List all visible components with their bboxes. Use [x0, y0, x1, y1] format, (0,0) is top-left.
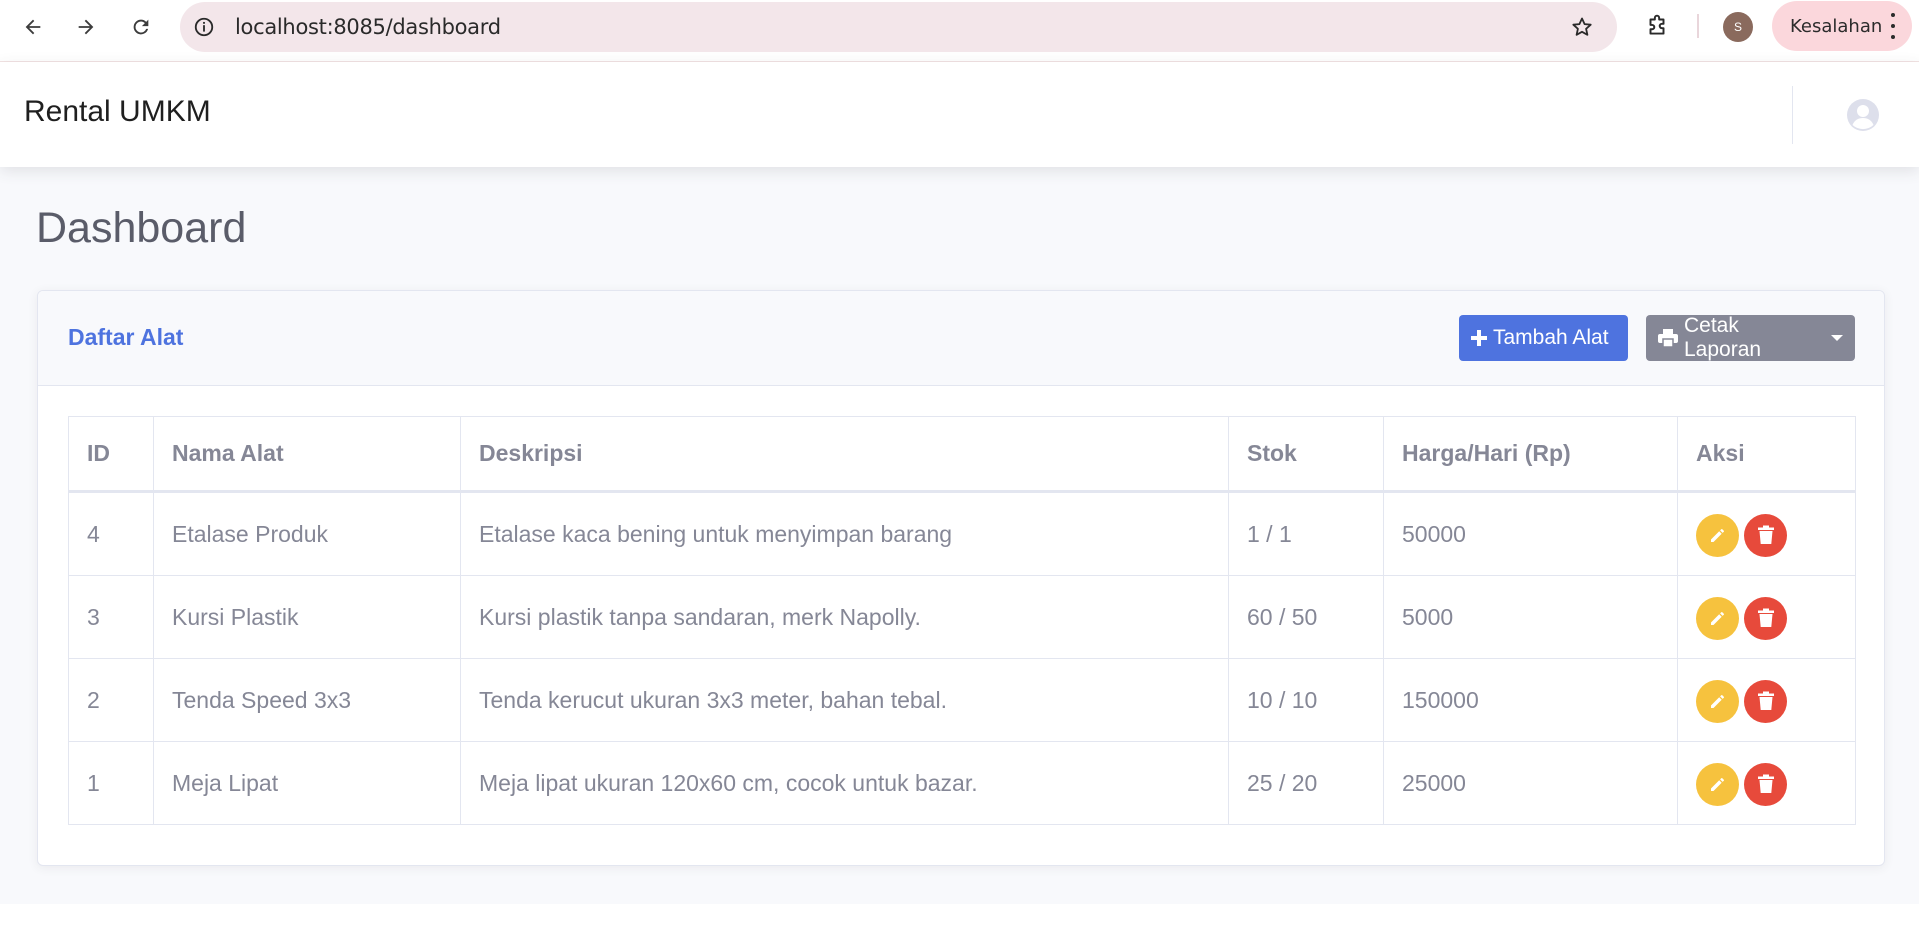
caret-down-icon — [1831, 335, 1843, 341]
cell-harga: 25000 — [1383, 741, 1678, 825]
star-icon[interactable] — [1569, 14, 1595, 40]
toolbar-divider — [1697, 14, 1699, 38]
trash-icon — [1757, 774, 1774, 793]
cell-nama: Tenda Speed 3x3 — [153, 658, 461, 742]
reload-button[interactable] — [126, 12, 156, 42]
cell-harga: 5000 — [1383, 575, 1678, 659]
forward-button[interactable] — [71, 12, 101, 42]
column-header-nama[interactable]: Nama Alat — [153, 416, 461, 493]
table-row: 2 Tenda Speed 3x3 Tenda kerucut ukuran 3… — [68, 658, 1856, 742]
delete-button[interactable] — [1744, 596, 1787, 640]
edit-button[interactable] — [1696, 596, 1739, 640]
pencil-icon — [1710, 528, 1724, 542]
cell-nama: Kursi Plastik — [153, 575, 461, 659]
arrow-left-icon — [25, 19, 41, 35]
cell-harga: 150000 — [1383, 658, 1678, 742]
delete-button[interactable] — [1744, 513, 1787, 557]
reload-icon — [133, 19, 149, 35]
cell-aksi — [1677, 491, 1856, 576]
profile-error-chip[interactable]: Kesalahan — [1772, 1, 1912, 51]
puzzle-icon[interactable] — [1642, 11, 1672, 41]
table-row: 3 Kursi Plastik Kursi plastik tanpa sand… — [68, 575, 1856, 659]
cell-deskripsi: Kursi plastik tanpa sandaran, merk Napol… — [460, 575, 1229, 659]
delete-button[interactable] — [1744, 762, 1787, 806]
cell-nama: Meja Lipat — [153, 741, 461, 825]
cell-aksi — [1677, 575, 1856, 659]
pencil-icon — [1710, 777, 1724, 791]
cell-aksi — [1677, 658, 1856, 742]
cell-deskripsi: Etalase kaca bening untuk menyimpan bara… — [460, 491, 1229, 576]
cell-id: 2 — [68, 658, 154, 742]
url-text: localhost:8085/dashboard — [235, 15, 501, 39]
cell-stok: 10 / 10 — [1228, 658, 1384, 742]
address-bar[interactable]: localhost:8085/dashboard — [180, 2, 1617, 52]
back-button[interactable] — [18, 12, 48, 42]
add-tool-button[interactable]: Tambah Alat — [1459, 315, 1628, 361]
cell-id: 1 — [68, 741, 154, 825]
brand-title[interactable]: Rental UMKM — [24, 95, 211, 129]
cell-deskripsi: Meja lipat ukuran 120x60 cm, cocok untuk… — [460, 741, 1229, 825]
pencil-icon — [1710, 694, 1724, 708]
tools-card: Daftar Alat Tambah Alat Cetak Laporan ID… — [37, 290, 1885, 866]
card-header: Daftar Alat Tambah Alat Cetak Laporan — [38, 291, 1884, 386]
column-header-aksi: Aksi — [1677, 416, 1856, 493]
page-title: Dashboard — [36, 204, 247, 252]
cell-id: 3 — [68, 575, 154, 659]
print-report-label: Cetak Laporan — [1684, 314, 1762, 361]
column-header-id[interactable]: ID — [68, 416, 154, 493]
tools-table: ID Nama Alat Deskripsi Stok Harga/Hari (… — [68, 416, 1856, 825]
card-title: Daftar Alat — [68, 324, 184, 350]
plus-icon — [1471, 330, 1487, 346]
pencil-icon — [1710, 611, 1724, 625]
cell-stok: 60 / 50 — [1228, 575, 1384, 659]
delete-button[interactable] — [1744, 679, 1787, 723]
arrow-right-icon — [78, 19, 94, 35]
trash-icon — [1757, 691, 1774, 710]
trash-icon — [1757, 525, 1774, 544]
print-report-dropdown[interactable]: Cetak Laporan — [1646, 314, 1855, 361]
edit-button[interactable] — [1696, 762, 1739, 806]
edit-button[interactable] — [1696, 513, 1739, 557]
cell-nama: Etalase Produk — [153, 491, 461, 576]
add-tool-label: Tambah Alat — [1493, 326, 1609, 349]
edit-button[interactable] — [1696, 679, 1739, 723]
profile-chip-label: Kesalahan — [1790, 16, 1883, 37]
cell-deskripsi: Tenda kerucut ukuran 3x3 meter, bahan te… — [460, 658, 1229, 742]
cell-id: 4 — [68, 491, 154, 576]
column-header-deskripsi[interactable]: Deskripsi — [460, 416, 1229, 493]
column-header-stok[interactable]: Stok — [1228, 416, 1384, 493]
trash-icon — [1757, 608, 1774, 627]
column-header-harga[interactable]: Harga/Hari (Rp) — [1383, 416, 1678, 493]
cell-stok: 25 / 20 — [1228, 741, 1384, 825]
browser-toolbar: localhost:8085/dashboard S Kesalahan — [0, 0, 1919, 62]
user-circle-icon — [1847, 99, 1879, 131]
table-header-row: ID Nama Alat Deskripsi Stok Harga/Hari (… — [68, 416, 1856, 493]
cell-harga: 50000 — [1383, 491, 1678, 576]
topbar-divider — [1792, 86, 1793, 144]
main-content: Dashboard Daftar Alat Tambah Alat Cetak … — [0, 167, 1919, 904]
cell-stok: 1 / 1 — [1228, 491, 1384, 576]
app-topbar: Rental UMKM — [0, 62, 1919, 167]
tools-table-wrapper: ID Nama Alat Deskripsi Stok Harga/Hari (… — [68, 416, 1856, 825]
profile-avatar[interactable]: S — [1723, 12, 1753, 42]
table-row: 1 Meja Lipat Meja lipat ukuran 120x60 cm… — [68, 741, 1856, 825]
user-menu[interactable] — [1846, 98, 1880, 132]
printer-icon — [1658, 329, 1678, 347]
kebab-menu-icon[interactable] — [1886, 13, 1900, 39]
info-icon[interactable] — [192, 15, 216, 39]
table-row: 4 Etalase Produk Etalase kaca bening unt… — [68, 491, 1856, 576]
cell-aksi — [1677, 741, 1856, 825]
